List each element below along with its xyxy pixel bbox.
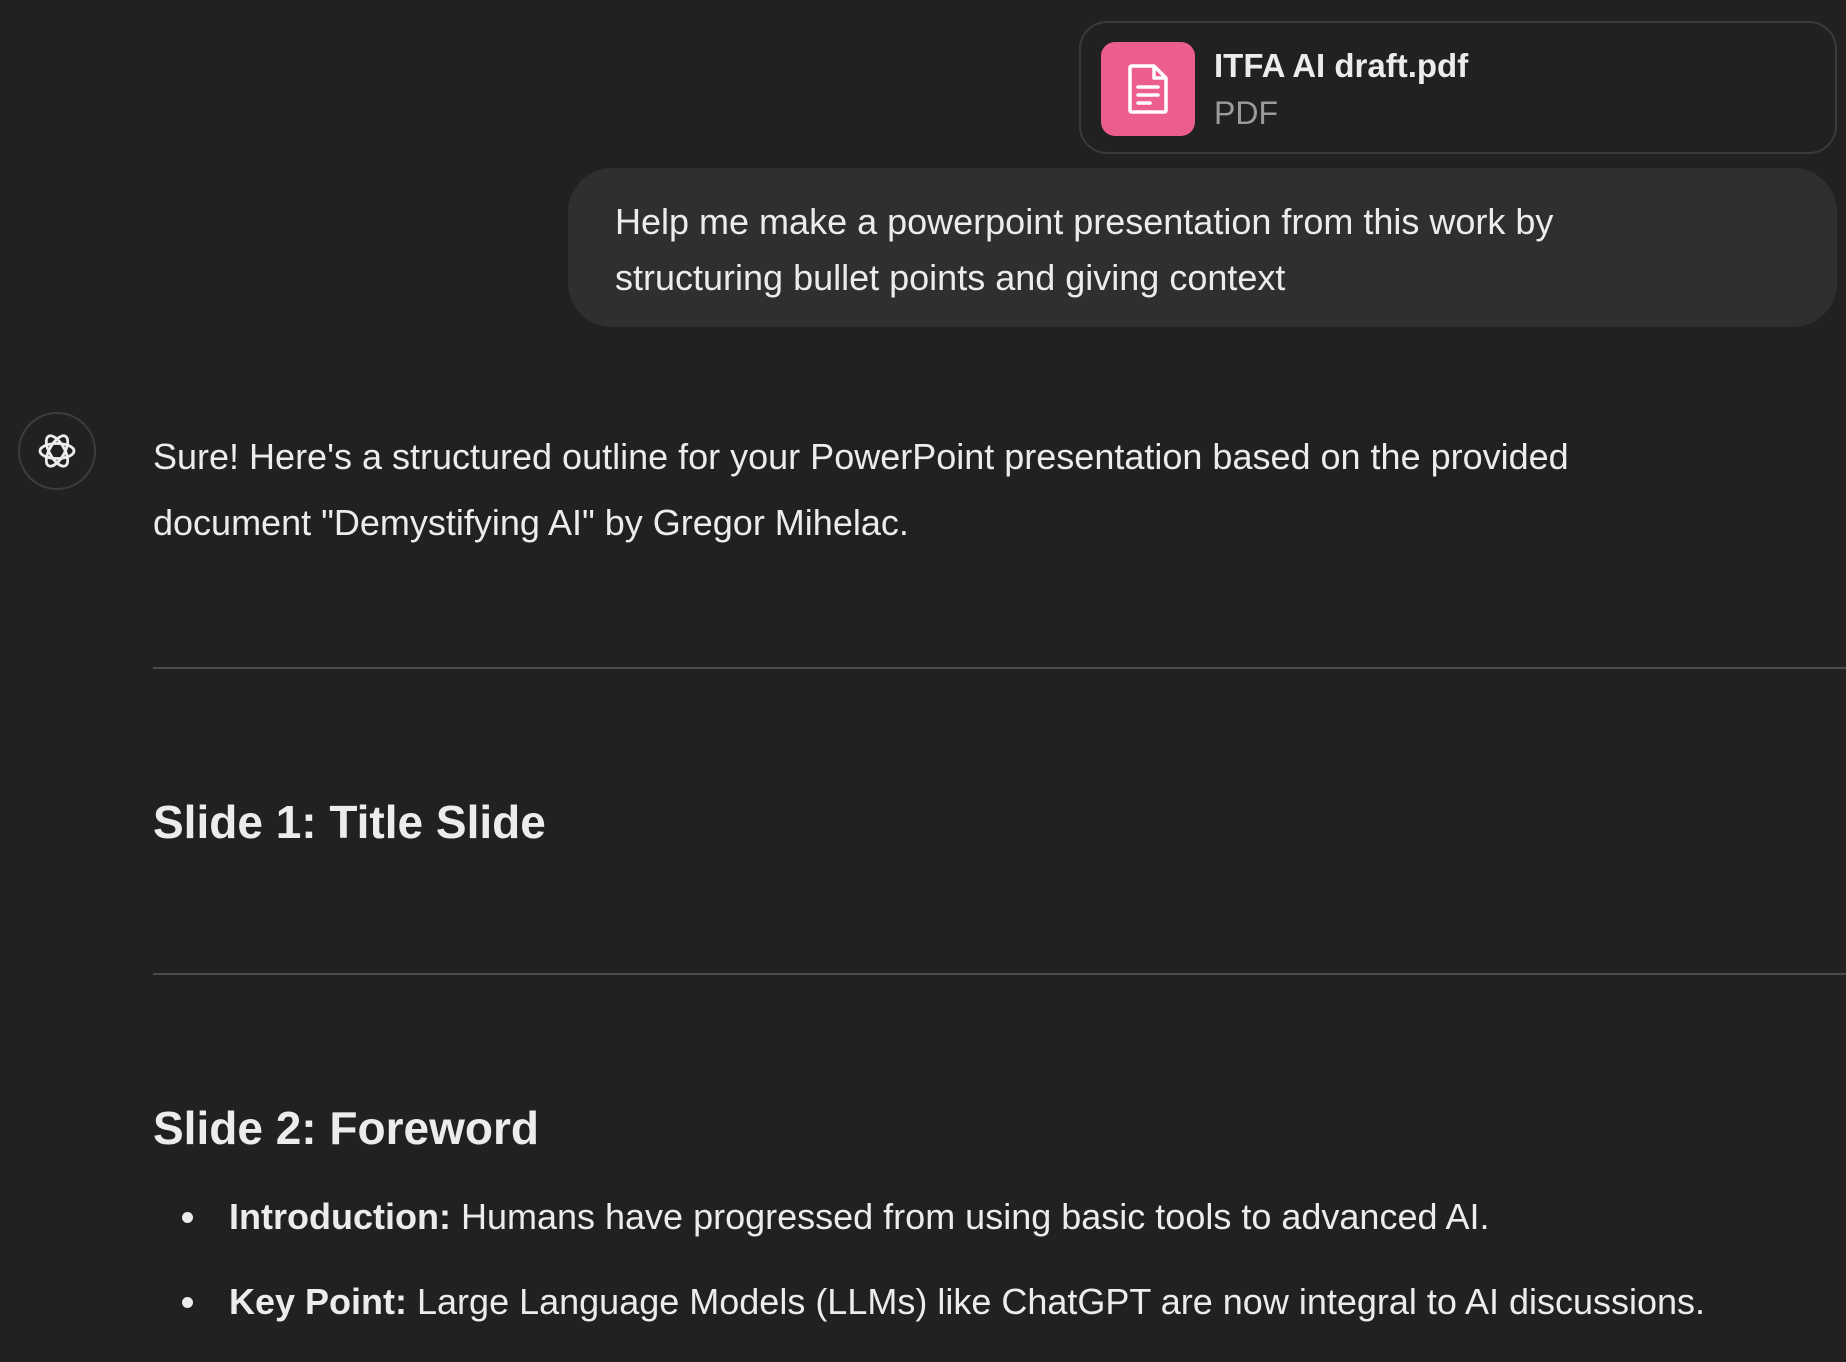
assistant-intro-line-2: document "Demystifying AI" by Gregor Mih… — [153, 502, 909, 543]
user-message-line-1: Help me make a powerpoint presentation f… — [615, 201, 1554, 242]
attachment-file-name: ITFA AI draft.pdf — [1214, 47, 1469, 84]
bullet-dot-icon — [182, 1212, 193, 1223]
bullet-key: Introduction: — [229, 1196, 451, 1237]
user-message-line-2: structuring bullet points and giving con… — [615, 257, 1286, 298]
bullet-key: Key Point: — [229, 1281, 408, 1322]
bullet-text: Large Language Models (LLMs) like ChatGP… — [407, 1281, 1706, 1322]
document-icon — [1101, 42, 1195, 136]
slide-2-bullet-list: Introduction: Humans have progressed fro… — [153, 1192, 1843, 1362]
openai-logo-icon — [18, 412, 96, 490]
divider-1 — [153, 667, 1846, 669]
divider-2 — [153, 973, 1846, 975]
assistant-intro-line-1: Sure! Here's a structured outline for yo… — [153, 436, 1569, 477]
bullet-text: Humans have progressed from using basic … — [450, 1196, 1490, 1237]
bullet-item-introduction: Introduction: Humans have progressed fro… — [153, 1192, 1843, 1277]
slide-2-heading: Slide 2: Foreword — [153, 1102, 539, 1154]
bullet-item-key-point: Key Point: Large Language Models (LLMs) … — [153, 1277, 1843, 1362]
user-message-bubble: Help me make a powerpoint presentation f… — [568, 168, 1837, 327]
bullet-dot-icon — [182, 1297, 193, 1308]
slide-1-heading: Slide 1: Title Slide — [153, 796, 546, 848]
attachment-card[interactable]: ITFA AI draft.pdf PDF — [1079, 21, 1837, 154]
attachment-file-type: PDF — [1214, 95, 1278, 131]
assistant-intro-text: Sure! Here's a structured outline for yo… — [153, 424, 1843, 556]
